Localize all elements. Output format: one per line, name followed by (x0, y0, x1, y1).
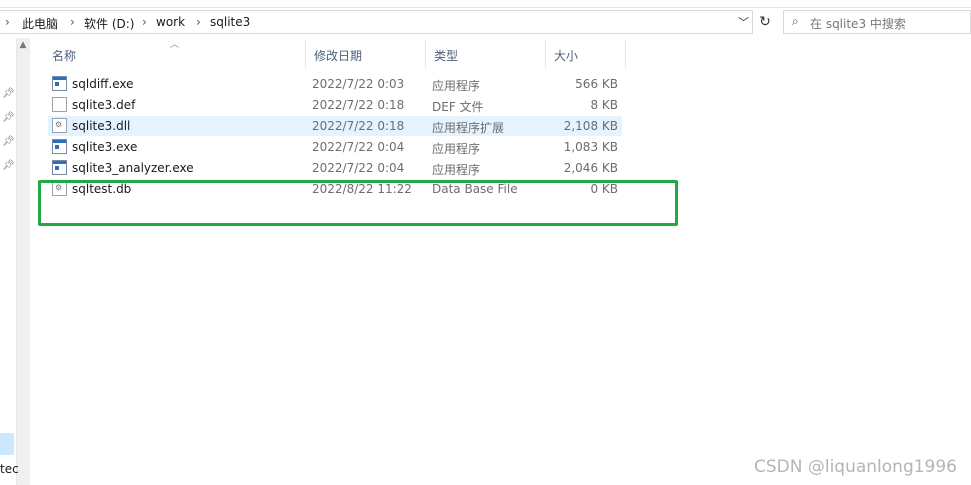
search-icon: ⌕ (792, 14, 799, 28)
watermark: CSDN @liquanlong1996 (753, 457, 957, 477)
file-row[interactable]: sqlite3.def 2022/7/22 0:18 DEF 文件 8 KB (48, 95, 622, 115)
chevron-right-icon[interactable]: › (142, 15, 147, 29)
file-row[interactable]: sqldiff.exe 2022/7/22 0:03 应用程序 566 KB (48, 74, 622, 94)
breadcrumb-work[interactable]: work (156, 15, 185, 29)
pin-icon[interactable]: 📌︎ (2, 160, 15, 171)
pin-icon[interactable]: 📌︎ (2, 112, 15, 123)
breadcrumb-drive-d[interactable]: 软件 (D:) (84, 15, 134, 32)
refresh-icon[interactable]: ↻ (755, 10, 775, 34)
chevron-down-icon[interactable]: ﹀ (738, 14, 749, 30)
exe-icon (52, 139, 67, 154)
title-bar-strip (0, 0, 971, 8)
highlight-annotation-box (38, 180, 678, 226)
search-placeholder: 在 sqlite3 中搜索 (810, 17, 906, 31)
search-input[interactable]: ⌕ 在 sqlite3 中搜索 (783, 10, 971, 34)
document-icon (52, 97, 67, 112)
chevron-right-icon[interactable]: › (70, 15, 75, 29)
scroll-up-icon[interactable]: ▲ (16, 40, 30, 50)
column-date[interactable]: 修改日期 (306, 40, 426, 68)
chevron-right-icon[interactable]: › (196, 15, 201, 29)
breadcrumb-sqlite3[interactable]: sqlite3 (210, 15, 250, 29)
file-row[interactable]: sqlite3_analyzer.exe 2022/7/22 0:04 应用程序… (48, 158, 622, 178)
breadcrumb-this-pc[interactable]: 此电脑 (22, 15, 58, 32)
nav-item-label[interactable]: tec (0, 462, 19, 476)
sort-ascending-icon: ︿ (170, 40, 180, 50)
file-row-selected[interactable]: sqlite3.dll 2022/7/22 0:18 应用程序扩展 2,108 … (48, 116, 622, 136)
exe-icon (52, 76, 67, 91)
nav-selected-item[interactable] (0, 433, 14, 455)
column-size[interactable]: 大小 (546, 40, 626, 68)
column-type[interactable]: 类型 (426, 40, 546, 68)
exe-icon (52, 160, 67, 175)
pin-icon[interactable]: 📌︎ (2, 88, 15, 99)
chevron-right-icon[interactable]: › (5, 15, 10, 29)
dll-icon (52, 118, 67, 133)
nav-scrollbar[interactable] (16, 38, 30, 485)
address-bar[interactable]: › 此电脑 › 软件 (D:) › work › sqlite3 ﹀ (0, 10, 753, 34)
pin-icon[interactable]: 📌︎ (2, 136, 15, 147)
file-row[interactable]: sqlite3.exe 2022/7/22 0:04 应用程序 1,083 KB (48, 137, 622, 157)
